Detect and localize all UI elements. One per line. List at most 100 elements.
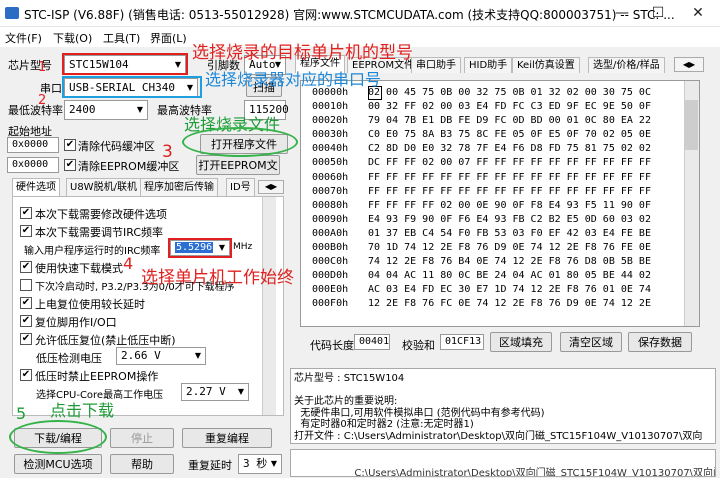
open-eeprom-file-button[interactable]: 打开EEPROM文件 bbox=[196, 155, 280, 192]
opt-p32-checkbox[interactable] bbox=[20, 279, 32, 291]
code-length-value: 00401 bbox=[354, 334, 390, 350]
opt-reset-io-label: 复位脚用作I/O口 bbox=[35, 316, 117, 329]
tab-keil-settings[interactable]: Keil仿真设置 bbox=[512, 57, 580, 73]
info-panel: 芯片型号 : STC15W104 关于此芯片的重要说明: 无硬件串口,可用软件模… bbox=[290, 368, 716, 444]
info-line: 无硬件串口,可用软件模拟串口 (范例代码中有参考代码) bbox=[294, 407, 545, 419]
menu-file[interactable]: 文件(F) bbox=[5, 30, 42, 46]
opt-adjust-irc-checkbox[interactable]: ✔ bbox=[20, 225, 32, 237]
menu-tools[interactable]: 工具(T) bbox=[103, 30, 140, 46]
opt-long-reset-checkbox[interactable]: ✔ bbox=[20, 297, 32, 309]
hex-row-bytes[interactable]: E4 93 F9 90 0F F6 E4 93 FB C2 B2 E5 0D 6… bbox=[368, 213, 651, 227]
hex-row-bytes[interactable]: FF FF FF FF FF FF FF FF FF FF FF FF FF F… bbox=[368, 171, 651, 185]
opt-modify-hw-checkbox[interactable]: ✔ bbox=[20, 207, 32, 219]
info-line bbox=[294, 385, 702, 397]
annotation-3-number: 3 bbox=[162, 142, 173, 162]
chevron-down-icon: ▼ bbox=[136, 105, 144, 114]
tab-encrypt[interactable]: 程序加密后传输 bbox=[140, 178, 218, 196]
hex-row-address: 000E0h bbox=[312, 284, 349, 296]
clear-area-button[interactable]: 清空区域 bbox=[560, 332, 622, 352]
hex-row-bytes[interactable]: FF FF FF FF 02 00 0E 90 0F F8 E4 93 F5 1… bbox=[368, 199, 651, 213]
clear-code-label: 清除代码缓冲区 bbox=[78, 140, 155, 153]
clear-code-checkbox[interactable]: ✔ bbox=[64, 139, 76, 151]
opt-modify-hw-label: 本次下载需要修改硬件选项 bbox=[35, 208, 167, 221]
opt-reset-io-checkbox[interactable]: ✔ bbox=[20, 315, 32, 327]
hex-row-bytes[interactable]: 70 1D 74 12 2E F8 76 D9 0E 74 12 2E F8 7… bbox=[368, 241, 651, 255]
save-data-button[interactable]: 保存数据 bbox=[628, 332, 692, 352]
info-text: 芯片型号 : STC15W104 关于此芯片的重要说明: 无硬件串口,可用软件模… bbox=[294, 373, 702, 442]
stop-button[interactable]: 停止 bbox=[110, 428, 174, 448]
info-line: 关于此芯片的重要说明: bbox=[294, 396, 398, 407]
annotation-5-text: 点击下载 bbox=[50, 401, 115, 420]
tab-id[interactable]: ID号 bbox=[226, 178, 255, 196]
hex-row-bytes[interactable]: DC FF FF 02 00 07 FF FF FF FF FF FF FF F… bbox=[368, 156, 651, 170]
opt-lv-eeprom-label: 低压时禁止EEPROM操作 bbox=[35, 370, 159, 383]
log-line: C:\Users\Administrator\Desktop\双向门磁_STC1… bbox=[294, 468, 716, 477]
repeat-program-button[interactable]: 重复编程 bbox=[182, 428, 272, 448]
hex-row-address: 000B0h bbox=[312, 242, 349, 254]
clear-eeprom-checkbox[interactable]: ✔ bbox=[64, 159, 76, 171]
annotation-1-text: 选择烧录的目标单片机的型号 bbox=[192, 43, 413, 63]
hex-row-bytes[interactable]: AC 03 E4 FD EC 30 E7 1D 74 12 2E F8 76 0… bbox=[368, 283, 651, 297]
lv-detect-label: 低压检测电压 bbox=[36, 352, 102, 365]
tab-price-samples[interactable]: 选型/价格/样品 bbox=[588, 57, 665, 73]
opt-fast-download-checkbox[interactable]: ✔ bbox=[20, 261, 32, 273]
min-baud-select[interactable]: 2400 ▼ bbox=[64, 100, 148, 120]
hex-row-address: 00040h bbox=[312, 143, 349, 155]
hex-row-address: 000C0h bbox=[312, 256, 349, 268]
code-address-input[interactable]: 0x0000 bbox=[7, 137, 59, 153]
hex-row-bytes[interactable]: 79 04 7B E1 DB FE D9 FC 0D BD 00 01 0C 8… bbox=[368, 114, 651, 128]
info-line: 有定时器0和定时器2 (注意:无定时器1) bbox=[294, 419, 474, 430]
right-tab-scroll-arrows[interactable]: ◀▶ bbox=[674, 57, 704, 72]
fill-area-button[interactable]: 区域填充 bbox=[490, 332, 552, 352]
hex-row-bytes[interactable]: 02 00 45 75 0B 00 32 75 0B 01 32 02 00 3… bbox=[368, 86, 651, 100]
repeat-delay-label: 重复延时 bbox=[188, 459, 232, 472]
tab-serial-assistant[interactable]: 串口助手 bbox=[411, 57, 461, 73]
opt-low-voltage-reset-checkbox[interactable]: ✔ bbox=[20, 333, 32, 345]
annotation-ellipse-open-file bbox=[182, 127, 298, 157]
hex-row-bytes[interactable]: 00 32 FF 02 00 03 E4 FD FC C3 ED 9F EC 9… bbox=[368, 100, 651, 114]
hex-row-bytes[interactable]: 12 2E F8 76 FC 0E 74 12 2E F8 76 D9 0E 7… bbox=[368, 297, 651, 311]
opt-fast-download-label: 使用快速下载模式 bbox=[35, 262, 123, 275]
options-scrollbar[interactable] bbox=[262, 197, 276, 415]
lv-detect-select[interactable]: 2.66 V ▼ bbox=[116, 347, 206, 365]
tab-u8w[interactable]: U8W脱机/联机 bbox=[66, 178, 141, 196]
code-length-label: 代码长度 bbox=[310, 339, 354, 352]
hex-row-bytes[interactable]: 04 04 AC 11 80 0C BE 24 04 AC 01 80 05 B… bbox=[368, 269, 651, 283]
detect-mcu-button[interactable]: 检测MCU选项 bbox=[14, 454, 102, 474]
opt-lv-eeprom-checkbox[interactable]: ✔ bbox=[20, 369, 32, 381]
maximize-icon[interactable]: ☐ bbox=[640, 0, 676, 27]
hex-row-address: 00010h bbox=[312, 101, 349, 113]
hex-address-column: 00000h 00010h 00020h 00030h 00040h 00050h 0006… bbox=[312, 86, 348, 312]
hex-row-address: 00070h bbox=[312, 185, 349, 197]
eeprom-address-input[interactable]: 0x0000 bbox=[7, 157, 59, 173]
menu-download[interactable]: 下载(O) bbox=[53, 30, 92, 46]
chevron-down-icon: ▼ bbox=[270, 459, 278, 468]
hex-bytes-column[interactable]: 02 00 45 75 0B 00 32 75 0B 01 32 02 00 3… bbox=[368, 86, 651, 312]
checksum-label: 校验和 bbox=[402, 339, 435, 352]
annotation-2-number: 2 bbox=[38, 93, 47, 108]
help-button[interactable]: 帮助 bbox=[110, 454, 174, 474]
hex-row-address: 00060h bbox=[312, 171, 349, 183]
hex-row-bytes[interactable]: C0 E0 75 8A B3 75 8C FE 05 0F E5 0F 70 0… bbox=[368, 128, 651, 142]
hex-row-bytes[interactable]: C2 8D D0 E0 32 78 7F E4 F6 D8 FD 75 81 7… bbox=[368, 142, 651, 156]
irc-freq-label: 输入用户程序运行时的IRC频率 bbox=[24, 246, 161, 257]
annotation-box-chip bbox=[62, 53, 188, 75]
hex-scroll-thumb[interactable] bbox=[685, 100, 698, 150]
hex-row-bytes[interactable]: FF FF FF FF FF FF FF FF FF FF FF FF FF F… bbox=[368, 185, 651, 199]
tab-hardware-options[interactable]: 硬件选项 bbox=[12, 178, 60, 196]
minimize-icon[interactable]: — bbox=[604, 0, 640, 27]
chevron-down-icon: ▼ bbox=[194, 351, 202, 360]
opt-long-reset-label: 上电复位使用较长延时 bbox=[35, 298, 145, 311]
hex-row-bytes[interactable]: 01 37 EB C4 54 F0 FB 53 03 F0 EF 42 03 E… bbox=[368, 227, 651, 241]
menu-view[interactable]: 界面(L) bbox=[150, 30, 187, 46]
annotation-box-port bbox=[62, 76, 202, 98]
cpu-voltage-select[interactable]: 2.27 V ▼ bbox=[181, 383, 249, 401]
annotation-box-irc bbox=[168, 238, 232, 258]
hex-row-bytes[interactable]: 74 12 2E F8 76 B4 0E 74 12 2E F8 76 D8 0… bbox=[368, 255, 651, 269]
tab-hid-assistant[interactable]: HID助手 bbox=[464, 57, 513, 73]
info-line: 芯片型号 : STC15W104 bbox=[294, 373, 405, 384]
tab-scroll-arrows[interactable]: ◀▶ bbox=[258, 180, 284, 194]
repeat-delay-select[interactable]: 3 秒 ▼ bbox=[238, 454, 282, 474]
close-icon[interactable]: ✕ bbox=[680, 0, 716, 27]
hex-row-address: 000D0h bbox=[312, 270, 349, 282]
